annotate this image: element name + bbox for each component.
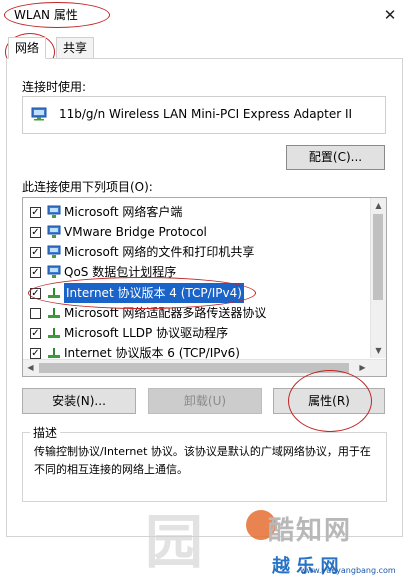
protocol-icon bbox=[48, 328, 60, 338]
network-client-icon bbox=[47, 265, 61, 278]
item-label: Microsoft LLDP 协议驱动程序 bbox=[64, 326, 229, 340]
title-bar: WLAN 属性 ✕ bbox=[0, 0, 409, 30]
protocol-icon bbox=[48, 348, 60, 358]
protocol-icon bbox=[48, 288, 60, 298]
item-checkbox[interactable]: ✓ bbox=[30, 207, 41, 218]
item-checkbox[interactable] bbox=[30, 308, 41, 319]
horizontal-scroll-thumb[interactable] bbox=[39, 363, 349, 373]
adapter-box: 11b/g/n Wireless LAN Mini-PCI Express Ad… bbox=[22, 96, 386, 134]
configure-button[interactable]: 配置(C)... bbox=[286, 145, 385, 170]
item-label: Microsoft 网络的文件和打印机共享 bbox=[64, 245, 255, 259]
close-button[interactable]: ✕ bbox=[379, 4, 401, 26]
item-checkbox[interactable]: ✓ bbox=[30, 328, 41, 339]
watermark-url: www.yueyangbang.com bbox=[300, 566, 396, 575]
item-label: Microsoft 网络适配器多路传送器协议 bbox=[64, 306, 267, 320]
items-label: 此连接使用下列项目(O): bbox=[22, 180, 153, 194]
adapter-icon bbox=[31, 107, 47, 121]
list-item[interactable]: Microsoft 网络适配器多路传送器协议 bbox=[23, 303, 370, 323]
scroll-left-icon[interactable]: ◀ bbox=[23, 360, 38, 375]
tab-network[interactable]: 网络 bbox=[8, 37, 47, 59]
network-client-icon bbox=[47, 205, 61, 218]
items-list[interactable]: ✓ Microsoft 网络客户端 ✓ VMware Bridge Protoc… bbox=[22, 197, 387, 377]
vertical-scroll-thumb[interactable] bbox=[373, 214, 383, 300]
item-label: QoS 数据包计划程序 bbox=[64, 265, 177, 279]
window-title: WLAN 属性 bbox=[14, 8, 78, 22]
watermark-ghost: 园 bbox=[145, 508, 204, 576]
item-checkbox[interactable]: ✓ bbox=[30, 288, 41, 299]
list-item-selected[interactable]: ✓ Internet 协议版本 4 (TCP/IPv4) bbox=[23, 283, 370, 303]
list-item[interactable]: ✓ Microsoft 网络客户端 bbox=[23, 202, 370, 222]
network-client-icon bbox=[47, 225, 61, 238]
list-item[interactable]: ✓ Microsoft LLDP 协议驱动程序 bbox=[23, 323, 370, 343]
item-checkbox[interactable]: ✓ bbox=[30, 267, 41, 278]
description-title: 描述 bbox=[30, 424, 61, 441]
watermark-site-cn: 酷知网 bbox=[268, 516, 353, 546]
protocol-icon bbox=[48, 308, 60, 318]
connect-using-label: 连接时使用: bbox=[22, 80, 87, 94]
uninstall-button[interactable]: 卸载(U) bbox=[148, 388, 262, 414]
item-checkbox[interactable]: ✓ bbox=[30, 227, 41, 238]
item-label: VMware Bridge Protocol bbox=[64, 225, 207, 239]
horizontal-scrollbar[interactable]: ◀ ▶ bbox=[23, 359, 386, 376]
scroll-down-icon[interactable]: ▼ bbox=[371, 343, 386, 358]
item-label: Internet 协议版本 4 (TCP/IPv4) bbox=[64, 283, 244, 303]
list-item[interactable]: ✓ VMware Bridge Protocol bbox=[23, 222, 370, 242]
network-client-icon bbox=[47, 245, 61, 258]
install-button[interactable]: 安装(N)... bbox=[22, 388, 136, 414]
tab-strip: 网络 共享 bbox=[0, 36, 409, 59]
description-text: 传输控制协议/Internet 协议。该协议是默认的广域网络协议，用于在不同的相… bbox=[34, 445, 371, 476]
item-label: Microsoft 网络客户端 bbox=[64, 205, 183, 219]
vertical-scrollbar[interactable]: ▲ ▼ bbox=[370, 198, 386, 358]
scroll-up-icon[interactable]: ▲ bbox=[371, 198, 386, 213]
item-checkbox[interactable]: ✓ bbox=[30, 348, 41, 359]
list-item[interactable]: ✓ QoS 数据包计划程序 bbox=[23, 262, 370, 282]
adapter-name: 11b/g/n Wireless LAN Mini-PCI Express Ad… bbox=[59, 107, 353, 121]
tab-sharing[interactable]: 共享 bbox=[56, 37, 95, 59]
properties-button[interactable]: 属性(R) bbox=[273, 388, 385, 414]
item-checkbox[interactable]: ✓ bbox=[30, 247, 41, 258]
scroll-right-icon[interactable]: ▶ bbox=[355, 360, 370, 375]
list-item[interactable]: ✓ Microsoft 网络的文件和打印机共享 bbox=[23, 242, 370, 262]
